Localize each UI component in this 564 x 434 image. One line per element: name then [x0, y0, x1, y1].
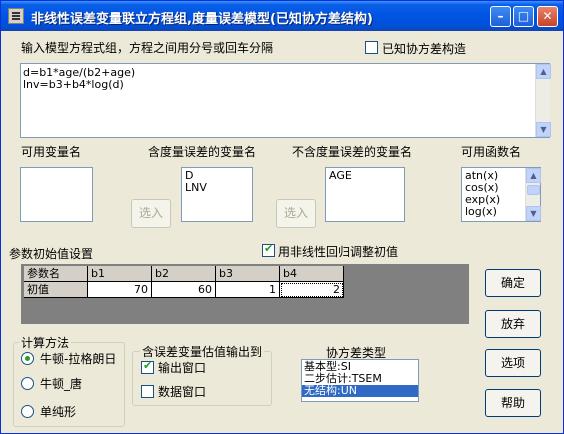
data-window-checkbox[interactable]	[141, 385, 154, 398]
scroll-down-icon[interactable]: ▼	[536, 122, 551, 137]
error-var-item[interactable]: LNV	[183, 182, 207, 194]
equations-scrollbar[interactable]: ▲ ▼	[535, 64, 551, 137]
no-error-vars-items: AGE	[327, 170, 352, 182]
equations-textarea[interactable]: d=b1*age/(b2+age) lnv=b3+b4*log(d) ▲ ▼	[20, 63, 551, 138]
grid-value-cell-active[interactable]: 2	[280, 282, 344, 298]
grid-col-header: b4	[280, 266, 344, 282]
grid-col-header: b2	[152, 266, 216, 282]
known-cov-checkbox[interactable]	[365, 41, 378, 54]
functions-items: atn(x) cos(x) exp(x) log(x)	[463, 170, 500, 218]
params-label: 参数初始值设置	[9, 247, 94, 261]
error-vars-list[interactable]: D LNV	[181, 167, 253, 222]
data-window-label: 数据窗口	[158, 385, 207, 399]
output-group-title: 含误差变量估值输出到	[140, 343, 265, 360]
cov-type-item[interactable]: 无结构:UN	[302, 385, 418, 397]
maximize-button[interactable]: □	[513, 6, 534, 27]
title-bar[interactable]: 非线性误差变量联立方程组,度量误差模型(已知协方差结构) – □ ✕	[1, 1, 563, 31]
method-radio-newton-tang[interactable]	[21, 377, 34, 390]
method-radio-simplex[interactable]	[21, 405, 34, 418]
scroll-up-icon[interactable]: ▲	[536, 64, 551, 79]
functions-list[interactable]: atn(x) cos(x) exp(x) log(x) ▲ ▼	[461, 167, 541, 222]
error-vars-label: 含度量误差的变量名	[148, 145, 257, 159]
params-grid[interactable]: 参数名 b1 b2 b3 b4 初值 70 60 1 2	[21, 264, 469, 324]
cov-type-list[interactable]: 基本型:SI 二步估计:TSEM 无结构:UN	[301, 359, 419, 402]
equations-label: 输入模型方程式组，方程之间用分号或回车分隔	[21, 41, 274, 55]
method-radio-newton-lagrange[interactable]	[21, 352, 34, 365]
scroll-up-icon[interactable]: ▲	[526, 168, 541, 183]
grid-value-cell[interactable]: 60	[152, 282, 216, 298]
method-option-label: 牛顿_唐	[40, 377, 83, 391]
scroll-thumb[interactable]	[527, 185, 540, 195]
no-error-var-item[interactable]: AGE	[327, 170, 352, 182]
maximize-icon: □	[517, 9, 530, 23]
ok-button[interactable]: 确定	[485, 269, 541, 297]
nonlinear-adjust-label: 用非线性回归调整初值	[278, 245, 399, 259]
known-cov-label: 已知协方差构造	[382, 42, 467, 56]
close-button[interactable]: ✕	[537, 6, 558, 27]
output-window-label: 输出窗口	[158, 361, 207, 375]
select-error-vars-button[interactable]: 选入	[131, 199, 171, 228]
error-vars-items: D LNV	[183, 170, 207, 194]
grid-row-header: 参数名	[24, 266, 88, 282]
options-button[interactable]: 选项	[485, 349, 541, 377]
cancel-button[interactable]: 放弃	[485, 310, 541, 338]
method-group-title: 计算方法	[19, 334, 72, 351]
method-option-label: 牛顿-拉格朗日	[40, 352, 117, 366]
app-icon	[8, 8, 24, 24]
minimize-icon: –	[497, 9, 504, 23]
grid-col-header: b3	[216, 266, 280, 282]
close-icon: ✕	[542, 9, 553, 23]
functions-label: 可用函数名	[461, 145, 522, 159]
scroll-down-icon[interactable]: ▼	[526, 206, 541, 221]
method-option-label: 单纯形	[40, 405, 77, 419]
function-item[interactable]: log(x)	[463, 206, 500, 218]
window-title: 非线性误差变量联立方程组,度量误差模型(已知协方差结构)	[31, 12, 373, 27]
equation-line: lnv=b3+b4*log(d)	[23, 78, 124, 91]
available-vars-list[interactable]	[20, 167, 93, 222]
output-window-checkbox[interactable]	[141, 359, 154, 374]
minimize-button[interactable]: –	[490, 6, 511, 27]
equations-text: d=b1*age/(b2+age) lnv=b3+b4*log(d)	[23, 67, 135, 91]
nonlinear-adjust-checkbox[interactable]	[262, 242, 275, 257]
no-error-vars-label: 不含度量误差的变量名	[292, 145, 413, 159]
cov-type-items: 基本型:SI 二步估计:TSEM 无结构:UN	[302, 361, 418, 397]
functions-scrollbar[interactable]: ▲ ▼	[525, 168, 541, 221]
no-error-vars-list[interactable]: AGE	[325, 167, 405, 222]
dialog-window: 非线性误差变量联立方程组,度量误差模型(已知协方差结构) – □ ✕ 输入模型方…	[0, 0, 564, 434]
select-no-error-vars-button[interactable]: 选入	[276, 199, 316, 228]
grid-row-label: 初值	[24, 282, 88, 298]
grid-value-cell[interactable]: 1	[216, 282, 280, 298]
grid-col-header: b1	[88, 266, 152, 282]
grid-value-cell[interactable]: 70	[88, 282, 152, 298]
available-vars-label: 可用变量名	[21, 145, 82, 159]
help-button[interactable]: 帮助	[485, 389, 541, 417]
